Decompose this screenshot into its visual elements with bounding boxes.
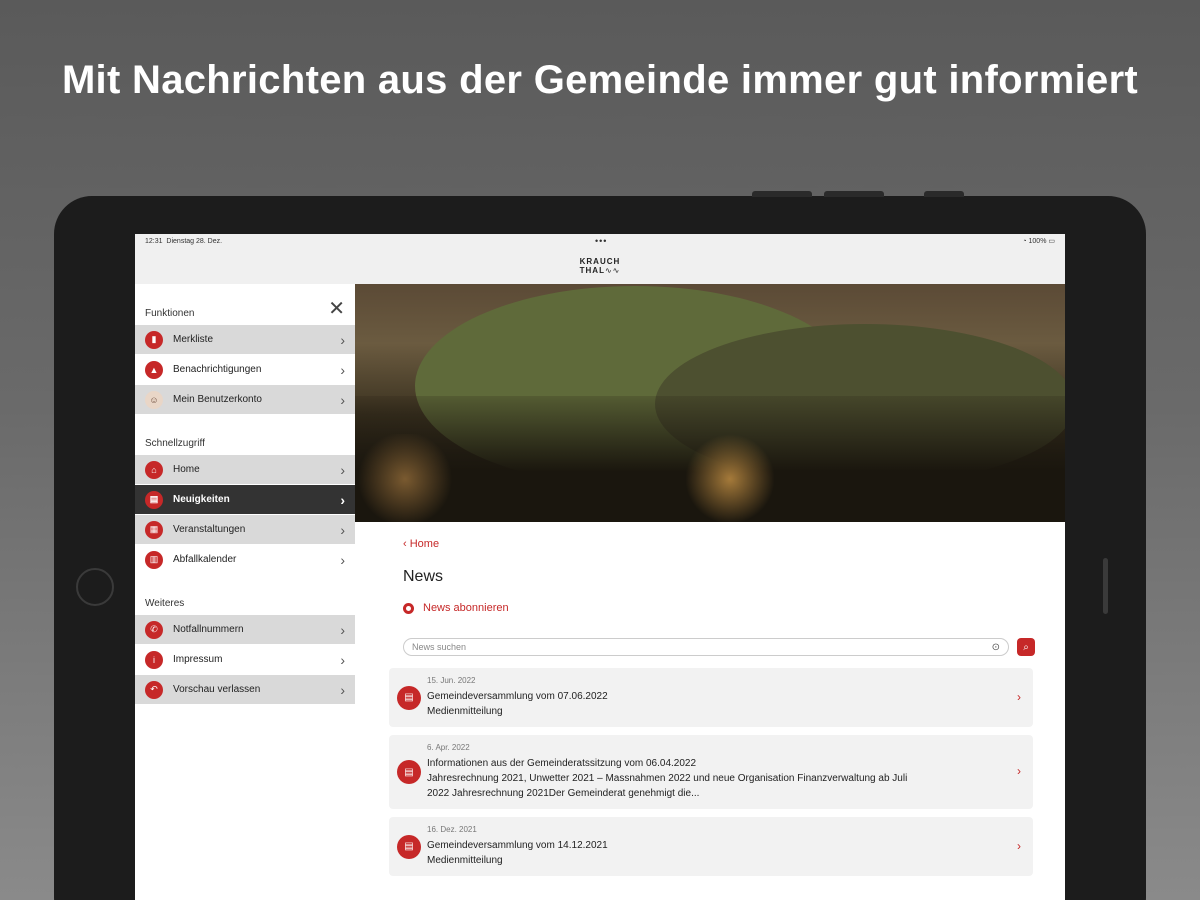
sidebar-item-label: Mein Benutzerkonto [173, 394, 262, 405]
close-icon[interactable]: ✕ [328, 296, 345, 321]
main-content: ‹ Home News News abonnieren News suchen … [355, 284, 1065, 900]
sidebar-item-label: Neuigkeiten [173, 494, 230, 505]
sidebar-item[interactable]: ▤ Neuigkeiten › [135, 485, 355, 514]
chevron-right-icon: › [340, 491, 345, 508]
top-bar: KRAUCH THAL∿∿ [135, 248, 1065, 284]
clear-icon[interactable]: ⊙ [992, 642, 1000, 653]
side-button [1103, 558, 1108, 614]
phone-icon: ✆ [145, 620, 163, 639]
page-title: News [403, 568, 444, 585]
chevron-right-icon: › [340, 461, 345, 478]
sidebar-item-label: Veranstaltungen [173, 524, 246, 535]
chevron-right-icon: › [340, 361, 345, 378]
chevron-right-icon: › [340, 391, 345, 408]
multitask-dots-icon[interactable]: ••• [595, 236, 607, 246]
status-bar: 12:31 Dienstag 28. Dez. ••• ◔ 100% ▭ [135, 234, 1065, 248]
autumn-tree [355, 434, 455, 522]
news-item[interactable]: ▤ 16. Dez. 2021 Gemeindeversammlung vom 14… [389, 817, 1033, 876]
chevron-right-icon: › [340, 331, 345, 348]
logo[interactable]: KRAUCH THAL∿∿ [580, 257, 621, 275]
sidebar-item-label: Impressum [173, 654, 223, 665]
sidebar-item[interactable]: ⌂ Home › [135, 455, 355, 484]
battery-icon: ▭ [1048, 238, 1055, 245]
wave-icon: ∿∿ [604, 266, 621, 275]
hero-image [355, 284, 1065, 522]
exit-icon: ↶ [145, 680, 163, 699]
tablet-frame: 12:31 Dienstag 28. Dez. ••• ◔ 100% ▭ KRA… [54, 191, 1146, 900]
news-icon: ▤ [145, 490, 163, 509]
chevron-right-icon: › [340, 551, 345, 568]
back-link[interactable]: ‹ Home [403, 538, 1035, 550]
sidebar-section-title: Weiteres [145, 598, 185, 609]
status-date: Dienstag 28. Dez. [166, 237, 223, 245]
calendar-icon: ▦ [145, 520, 163, 539]
sidebar-item[interactable]: ☺ Mein Benutzerkonto › [135, 385, 355, 414]
sidebar-item[interactable]: ▲ Benachrichtigungen › [135, 355, 355, 384]
chevron-right-icon: › [340, 521, 345, 538]
tablet-screen: 12:31 Dienstag 28. Dez. ••• ◔ 100% ▭ KRA… [135, 234, 1065, 900]
news-excerpt: Medienmitteilung [427, 855, 503, 866]
sidebar-item-label: Vorschau verlassen [173, 684, 261, 695]
news-title: Gemeindeversammlung vom 14.12.2021 [427, 840, 608, 851]
radio-icon [403, 602, 414, 614]
chevron-right-icon: › [340, 651, 345, 668]
sidebar-item[interactable]: i Impressum › [135, 645, 355, 674]
tablet-button [824, 191, 884, 197]
sidebar-item-label: Benachrichtigungen [173, 364, 262, 375]
chevron-right-icon: › [340, 681, 345, 698]
news-date: 6. Apr. 2022 [427, 743, 470, 752]
sidebar-item-label: Notfallnummern [173, 624, 244, 635]
sidebar-item-label: Home [173, 464, 200, 475]
sidebar-item[interactable]: ▦ Veranstaltungen › [135, 515, 355, 544]
sidebar-item[interactable]: ▥ Abfallkalender › [135, 545, 355, 574]
search-input[interactable]: News suchen ⊙ [403, 638, 1009, 656]
autumn-tree [685, 434, 775, 522]
headline: Mit Nachrichten aus der Gemeinde immer g… [61, 58, 1139, 102]
news-list: ▤ 15. Jun. 2022 Gemeindeversammlung vom 07… [389, 668, 1033, 876]
subscribe-link[interactable]: News abonnieren [403, 602, 1035, 614]
news-item[interactable]: ▤ 6. Apr. 2022 Informationen aus der Gemei… [389, 735, 1033, 809]
battery-label: 100% [1028, 238, 1047, 245]
sidebar-item-label: Merkliste [173, 334, 214, 345]
news-excerpt: Medienmitteilung [427, 706, 503, 717]
chevron-right-icon: › [1017, 838, 1021, 853]
sidebar-section-title: Schnellzugriff [145, 438, 205, 449]
news-icon: ▤ [397, 685, 421, 710]
sidebar: ✕ Funktionen ▮ Merkliste › ▲ Benachrichtigung… [135, 284, 355, 900]
search-icon: ⌕ [1023, 641, 1029, 653]
camera [76, 568, 114, 606]
info-icon: i [145, 650, 163, 669]
home-icon: ⌂ [145, 460, 163, 479]
news-title: Informationen aus der Gemeinderatssitzun… [427, 758, 697, 769]
chevron-left-icon: ‹ [403, 538, 407, 550]
trash-icon: ▥ [145, 550, 163, 569]
wifi-icon: ◔ [1022, 238, 1027, 245]
news-icon: ▤ [397, 760, 421, 784]
news-item[interactable]: ▤ 15. Jun. 2022 Gemeindeversammlung vom 07… [389, 668, 1033, 727]
tablet-button [924, 191, 964, 197]
tablet-button [752, 191, 812, 197]
search-button[interactable]: ⌕ [1017, 638, 1035, 656]
sidebar-item[interactable]: ✆ Notfallnummern › [135, 615, 355, 644]
chevron-right-icon: › [1017, 764, 1021, 778]
sidebar-item[interactable]: ▮ Merkliste › [135, 325, 355, 354]
bookmark-icon: ▮ [145, 330, 163, 349]
avatar-icon: ☺ [145, 390, 163, 409]
status-time: 12:31 [145, 237, 163, 245]
news-date: 15. Jun. 2022 [427, 676, 476, 685]
news-title: Gemeindeversammlung vom 07.06.2022 [427, 691, 608, 702]
bell-icon: ▲ [145, 360, 163, 379]
news-excerpt: 2022 Jahresrechnung 2021Der Gemeinderat … [427, 788, 700, 799]
sidebar-item-label: Abfallkalender [173, 554, 237, 565]
news-date: 16. Dez. 2021 [427, 825, 477, 834]
chevron-right-icon: › [340, 621, 345, 638]
sidebar-item[interactable]: ↶ Vorschau verlassen › [135, 675, 355, 704]
sidebar-section-title: Funktionen [145, 308, 195, 319]
news-icon: ▤ [397, 834, 421, 859]
chevron-right-icon: › [1017, 689, 1021, 704]
news-excerpt: Jahresrechnung 2021, Unwetter 2021 – Mas… [427, 773, 908, 784]
